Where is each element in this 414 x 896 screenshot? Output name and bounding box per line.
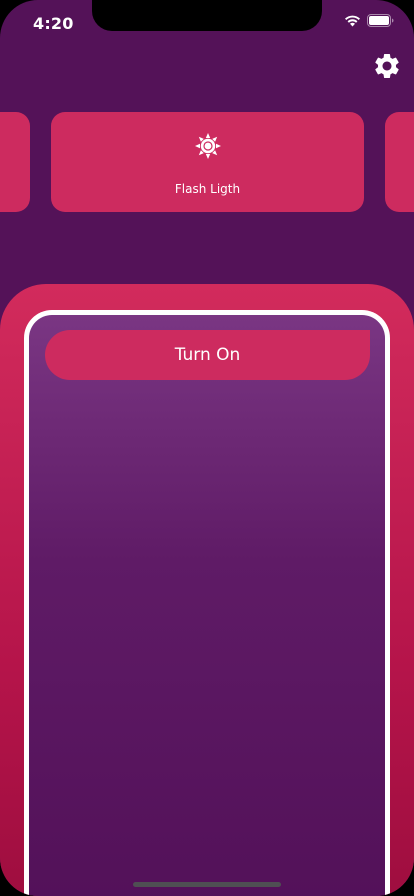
mode-card-next[interactable] bbox=[385, 112, 414, 212]
light-display-area bbox=[24, 310, 390, 896]
wifi-icon bbox=[345, 15, 360, 26]
turn-on-button[interactable]: Turn On bbox=[45, 330, 370, 380]
device-notch bbox=[92, 0, 322, 31]
mode-card-previous[interactable] bbox=[0, 112, 30, 212]
status-icons bbox=[344, 14, 394, 27]
app-screen: 4:20 Flash Ligth Turn On bbox=[0, 0, 414, 896]
mode-card-flash-light[interactable]: Flash Ligth bbox=[51, 112, 364, 212]
gear-icon bbox=[375, 53, 399, 78]
sun-icon bbox=[194, 133, 221, 159]
status-bar: 4:20 bbox=[0, 0, 414, 44]
mode-card-label: Flash Ligth bbox=[174, 182, 241, 196]
battery-icon bbox=[367, 14, 394, 27]
home-indicator[interactable] bbox=[133, 882, 281, 887]
settings-button[interactable] bbox=[371, 50, 403, 82]
status-time: 4:20 bbox=[33, 14, 74, 33]
